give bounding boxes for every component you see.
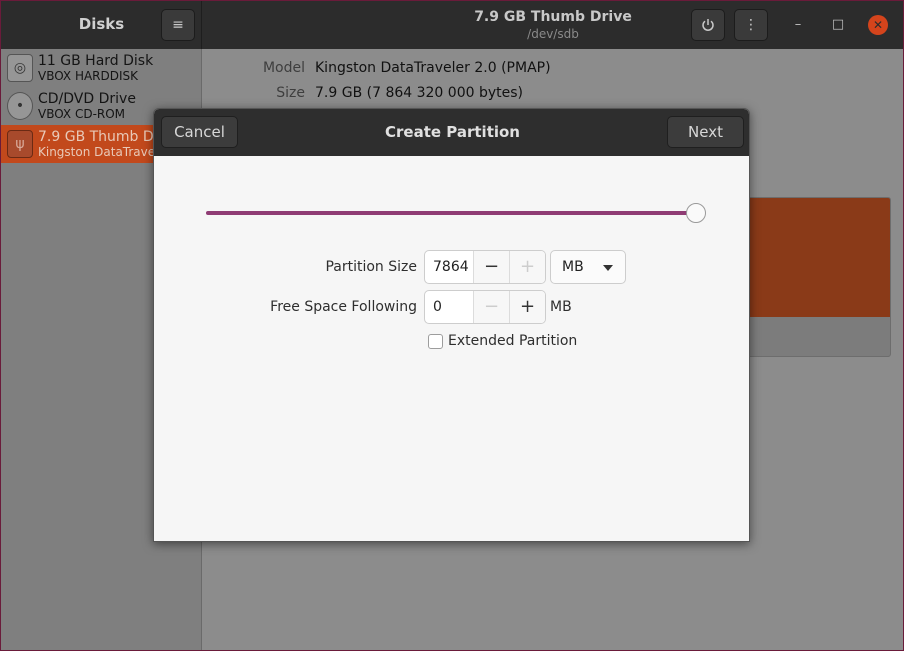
disk-name: 11 GB Hard Disk: [38, 53, 154, 69]
disk-subtitle: VBOX HARDDISK: [38, 69, 139, 83]
minimize-icon: –: [794, 17, 802, 32]
size-value: 7.9 GB (7 864 320 000 bytes): [315, 85, 523, 101]
free-space-unit: MB: [550, 299, 572, 315]
create-partition-dialog: Cancel Create Partition Next Partition S…: [153, 108, 750, 542]
menu-button[interactable]: ≡: [161, 9, 195, 41]
size-unit-select[interactable]: MB: [550, 250, 626, 284]
size-unit-value: MB: [562, 259, 584, 275]
partition-size-label: Partition Size: [325, 259, 417, 275]
dialog-header: Cancel Create Partition Next: [154, 109, 749, 156]
disks-window: Disks ≡ 7.9 GB Thumb Drive /dev/sdb ⋮ – …: [1, 1, 903, 650]
hamburger-menu-icon: ≡: [172, 17, 184, 33]
vertical-ellipsis-icon: ⋮: [744, 17, 758, 33]
decrement-button[interactable]: −: [473, 251, 509, 283]
close-button[interactable]: ✕: [868, 15, 888, 35]
model-value: Kingston DataTraveler 2.0 (PMAP): [315, 60, 551, 76]
maximize-icon: □: [831, 17, 845, 32]
increment-button[interactable]: +: [509, 251, 545, 283]
optical-drive-icon: •: [7, 92, 33, 120]
sidebar-header: Disks ≡: [1, 1, 202, 49]
partition-size-spinner[interactable]: 7864 − +: [424, 250, 546, 284]
slider-handle[interactable]: [686, 203, 706, 223]
partition-size-slider[interactable]: [206, 211, 697, 215]
usb-icon: ψ: [7, 130, 33, 158]
increment-button[interactable]: +: [509, 291, 545, 323]
decrement-button[interactable]: −: [473, 291, 509, 323]
window-subtitle: /dev/sdb: [527, 27, 579, 41]
chevron-down-icon: [603, 265, 613, 271]
window-title: 7.9 GB Thumb Drive: [474, 9, 632, 25]
minimize-button[interactable]: –: [788, 15, 808, 35]
partition-map[interactable]: [744, 197, 891, 357]
disk-subtitle: VBOX CD-ROM: [38, 107, 126, 121]
close-icon: ✕: [872, 18, 884, 32]
partition-segment[interactable]: [745, 198, 890, 317]
model-label: Model: [262, 60, 305, 76]
free-space-input[interactable]: 0: [425, 291, 473, 323]
size-label: Size: [276, 85, 305, 101]
hard-disk-icon: ◎: [7, 54, 33, 82]
free-space-label: Free Space Following: [270, 299, 417, 315]
maximize-button[interactable]: □: [828, 15, 848, 35]
disk-item-hard-disk[interactable]: ◎ 11 GB Hard Disk VBOX HARDDISK: [1, 49, 202, 87]
extended-partition-label[interactable]: Extended Partition: [448, 333, 577, 349]
dialog-title: Create Partition: [385, 123, 520, 141]
partition-size-input[interactable]: 7864: [425, 251, 473, 283]
next-button[interactable]: Next: [667, 116, 744, 148]
header-bar: Disks ≡ 7.9 GB Thumb Drive /dev/sdb ⋮ – …: [1, 1, 903, 49]
disk-name: CD/DVD Drive: [38, 91, 136, 107]
extended-partition-checkbox[interactable]: [428, 334, 443, 349]
power-icon: [702, 19, 714, 31]
drive-options-button[interactable]: ⋮: [734, 9, 768, 41]
free-space-spinner[interactable]: 0 − +: [424, 290, 546, 324]
power-off-button[interactable]: [691, 9, 725, 41]
